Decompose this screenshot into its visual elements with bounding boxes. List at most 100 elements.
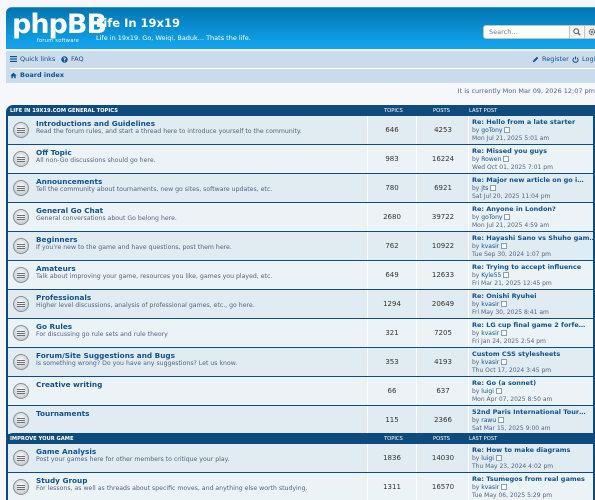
current-time: It is currently Mon Mar 09, 2026 12:07 p… [457,87,595,95]
forum-read-icon [13,209,29,225]
new-window-icon[interactable] [501,242,508,249]
forum-title-link[interactable]: Go Rules [36,322,72,331]
last-post-author-link[interactable]: kvasir [481,243,499,250]
last-post-cell: 52nd Paris International Tour… by rawu Sat… [468,406,593,434]
forum-title-link[interactable]: Announcements [36,177,102,186]
forum-row: Amateurs Talk about improving your game, … [8,261,593,289]
register-link[interactable]: Register [532,55,569,63]
posts-count: 7205 [434,329,452,337]
last-post-author-link[interactable]: kvasir [481,301,499,308]
posts-count: 10922 [431,242,455,250]
last-post-title-link[interactable]: Re: Trying to accept influence [472,263,581,271]
new-window-icon[interactable] [498,416,505,423]
last-post-by-label: by [472,358,480,366]
last-post-title-link[interactable]: Re: Major new article on go i… [472,176,584,184]
new-window-icon[interactable] [495,387,502,394]
login-link[interactable]: Login [572,55,595,63]
last-post-author-link[interactable]: luigi [481,455,494,462]
forum-title-link[interactable]: Off Topic [36,148,72,157]
forum-title-link[interactable]: Beginners [36,235,78,244]
new-window-icon[interactable] [501,329,508,336]
topics-count: 66 [367,377,417,405]
forum-description: Post your games here for other members t… [36,456,230,463]
last-post-title-link[interactable]: Custom CSS stylesheets [472,350,560,358]
last-post-author-link[interactable]: Kyle55 [481,272,501,279]
login-label: Login [582,55,595,63]
svg-text:?: ? [63,57,66,62]
last-post-author-link[interactable]: luigi [481,388,494,395]
last-post-author-link[interactable]: kvasir [481,359,499,366]
site-logo[interactable]: phpBB forum software [12,9,107,46]
last-post-title-link[interactable]: Re: Hello from a late starter [472,118,575,126]
last-post-title-link[interactable]: Re: Go (a sonnet) [472,379,536,387]
forum-title-link[interactable]: Study Group [36,476,87,485]
last-post-author-link[interactable]: kvasir [481,484,499,491]
topics-count: 1294 [367,290,417,318]
last-post-title-link[interactable]: Re: Anyone in London? [472,205,556,213]
last-post-title-link[interactable]: Re: Missed you guys [472,147,547,155]
forum-title-link[interactable]: Introductions and Guidelines [36,119,155,128]
category-title[interactable]: IMPROVE YOUR GAME [10,436,74,442]
last-post-title-link[interactable]: 52nd Paris International Tour… [472,408,586,416]
last-post-title-link[interactable]: Re: LG cup final game 2 forfe… [472,321,585,329]
category-title[interactable]: LIFE IN 19X19.COM GENERAL TOPICS [10,108,118,114]
last-post-title-link[interactable]: Re: Hayashi Sano vs Shuho gam… [472,234,595,242]
new-window-icon[interactable] [504,126,511,133]
forum-title-link[interactable]: Professionals [36,293,91,302]
last-post-author-link[interactable]: rawu [481,417,496,424]
last-post-date: Fri May 30, 2025 8:41 am [472,308,549,316]
new-window-icon[interactable] [501,483,508,490]
search-input[interactable] [484,26,569,38]
posts-count: 637 [436,387,450,395]
forum-row: Forum/Site Suggestions and Bugs Is someth… [8,348,593,376]
new-window-icon[interactable] [501,358,508,365]
topics-count: 353 [367,348,417,376]
forum-description: General conversations about Go belong he… [36,215,177,222]
last-post-title-link[interactable]: Re: Tsumegos from real games [472,475,585,483]
last-post-author-line: by jts [472,184,497,192]
last-post-author-line: by kvasir [472,358,508,366]
forum-row: Game Analysis Post your games here for ot… [8,444,593,472]
last-post-author-link[interactable]: goTony [481,214,502,221]
last-post-cell: Re: Missed you guys by Rowen Wed Oct 01, 2… [468,145,593,173]
forum-description: For lessons, as well as threads about sp… [36,485,308,492]
forum-title-link[interactable]: General Go Chat [36,206,103,215]
last-post-author-line: by goTony [472,213,511,221]
search-button[interactable] [569,26,583,38]
topics-count: 762 [367,232,417,260]
posts-count: 6921 [434,184,452,192]
forum-title-link[interactable]: Forum/Site Suggestions and Bugs [36,351,175,360]
last-post-date: Sat Jul 20, 2025 11:04 pm [472,192,551,200]
new-window-icon[interactable] [495,454,502,461]
last-post-title-link[interactable]: Re: Onishi Ryuhei [472,292,537,300]
logo-text: phpBB [12,9,107,40]
last-post-author-line: by kvasir [472,483,508,491]
site-title[interactable]: Life In 19x19 [96,16,180,30]
forum-list: Introductions and Guidelines Read the for… [6,116,595,434]
last-post-author-link[interactable]: goTony [481,127,502,134]
new-window-icon[interactable] [503,271,510,278]
last-post-title-link[interactable]: Re: How to make diagrams [472,446,570,454]
new-window-icon[interactable] [490,184,497,191]
last-post-author-link[interactable]: jts [481,185,488,192]
last-post-date: Tue May 06, 2025 5:29 pm [472,491,553,499]
forum-title-link[interactable]: Game Analysis [36,447,96,456]
forum-read-icon [13,122,29,138]
forum-title-link[interactable]: Amateurs [36,264,76,273]
new-window-icon[interactable] [503,155,510,162]
new-window-icon[interactable] [504,213,511,220]
advanced-search-button[interactable] [584,26,595,38]
topics-count: 649 [367,261,417,289]
last-post-author-line: by rawu [472,416,505,424]
column-topics-header: TOPICS [384,436,403,442]
forum-title-link[interactable]: Creative writing [36,380,102,389]
quick-links-menu[interactable]: Quick links [10,55,55,63]
last-post-author-link[interactable]: kvasir [481,330,499,337]
last-post-author-link[interactable]: Rowen [481,156,501,163]
forum-title-link[interactable]: Tournaments [36,409,90,418]
forum-read-icon [13,296,29,312]
new-window-icon[interactable] [501,300,508,307]
faq-link[interactable]: ? FAQ [61,55,84,63]
last-post-cell: Re: Hello from a late starter by goTony Mo… [468,116,593,144]
breadcrumb[interactable]: Board index [10,71,64,79]
